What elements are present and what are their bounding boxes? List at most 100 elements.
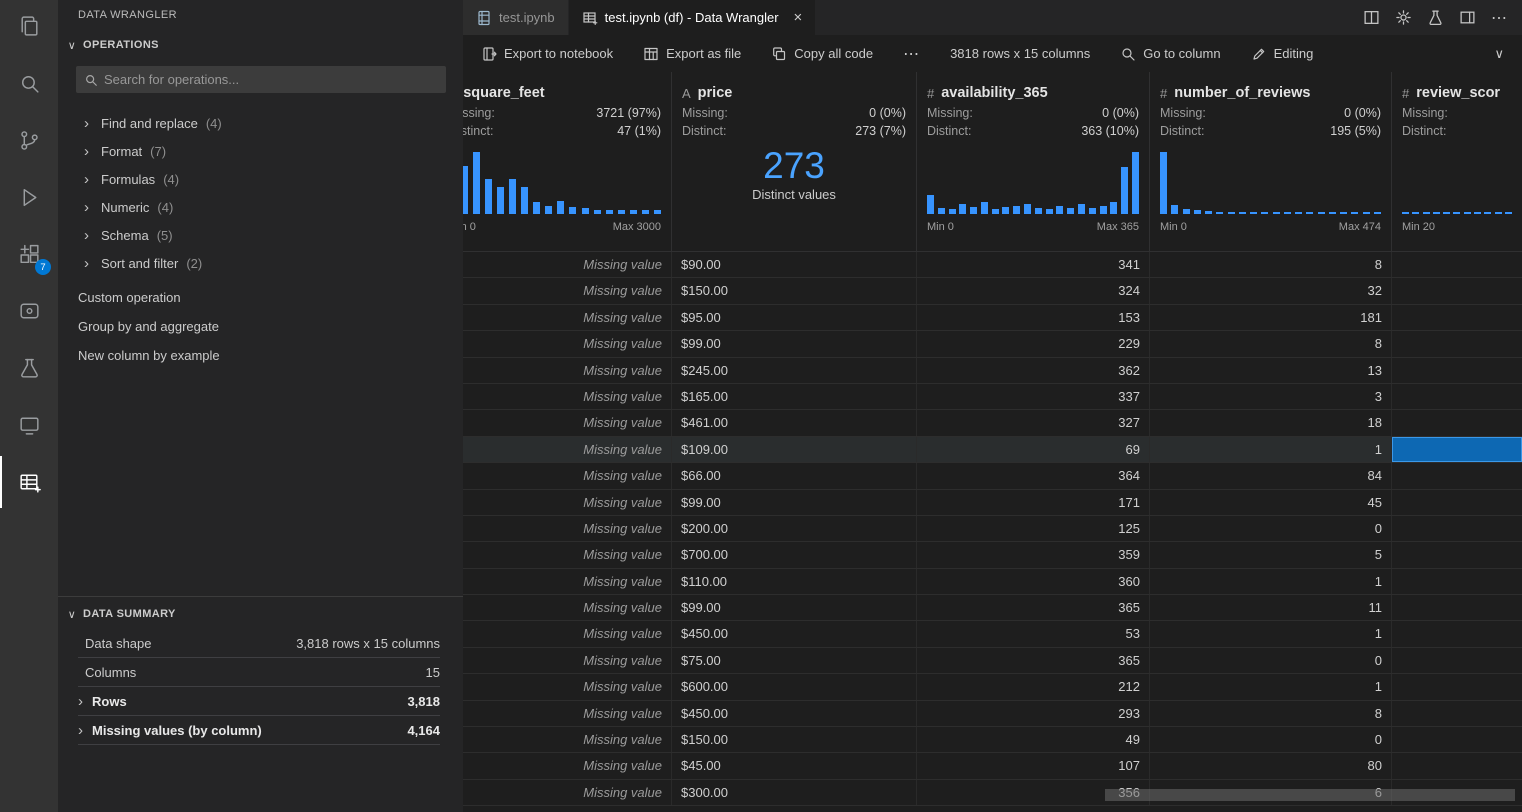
cell-number_of_reviews[interactable]: 5: [1150, 542, 1392, 567]
operations-search-input[interactable]: [104, 72, 438, 87]
cell-review_scores[interactable]: [1392, 621, 1522, 646]
cell-number_of_reviews[interactable]: 3: [1150, 384, 1392, 409]
cell-review_scores[interactable]: [1392, 252, 1522, 277]
cell-review_scores[interactable]: [1392, 648, 1522, 673]
activity-item-extensions[interactable]: 7: [0, 228, 58, 280]
copy-all-code-button[interactable]: Copy all code: [771, 46, 873, 62]
cell-review_scores[interactable]: [1392, 674, 1522, 699]
cell-square_feet[interactable]: Missing value: [463, 463, 672, 488]
cell-price[interactable]: $200.00: [672, 516, 917, 541]
cell-square_feet[interactable]: Missing value: [463, 621, 672, 646]
close-icon[interactable]: ×: [794, 9, 803, 26]
cell-availability_365[interactable]: 365: [917, 595, 1150, 620]
more-actions-icon[interactable]: ⋯: [1491, 8, 1508, 28]
operation-group-find-and-replace[interactable]: ›Find and replace(4): [58, 109, 463, 137]
cell-availability_365[interactable]: 362: [917, 358, 1150, 383]
cell-square_feet[interactable]: Missing value: [463, 753, 672, 778]
cell-review_scores[interactable]: [1392, 384, 1522, 409]
data-summary-header[interactable]: ∨ DATA SUMMARY: [58, 603, 463, 625]
cell-availability_365[interactable]: 293: [917, 701, 1150, 726]
cell-availability_365[interactable]: 229: [917, 331, 1150, 356]
chevron-down-icon[interactable]: ∨: [1494, 46, 1504, 62]
cell-number_of_reviews[interactable]: 13: [1150, 358, 1392, 383]
cell-number_of_reviews[interactable]: 84: [1150, 463, 1392, 488]
operations-search-box[interactable]: [76, 66, 446, 93]
cell-price[interactable]: $99.00: [672, 490, 917, 515]
cell-number_of_reviews[interactable]: 18: [1150, 410, 1392, 435]
cell-review_scores[interactable]: [1392, 542, 1522, 567]
go-to-column-button[interactable]: Go to column: [1120, 46, 1220, 62]
cell-review_scores[interactable]: [1392, 595, 1522, 620]
operation-group-numeric[interactable]: ›Numeric(4): [58, 193, 463, 221]
activity-item-remote-explorer[interactable]: [0, 285, 58, 337]
toolbar-more-icon[interactable]: ⋯: [903, 44, 920, 64]
cell-price[interactable]: $300.00: [672, 780, 917, 805]
export-as-file-button[interactable]: Export as file: [643, 46, 741, 62]
cell-number_of_reviews[interactable]: 45: [1150, 490, 1392, 515]
gear-icon[interactable]: [1395, 9, 1412, 26]
cell-availability_365[interactable]: 359: [917, 542, 1150, 567]
column-header-price[interactable]: ApriceMissing:0 (0%)Distinct:273 (7%)273…: [672, 72, 917, 251]
column-header-number_of_reviews[interactable]: #number_of_reviewsMissing:0 (0%)Distinct…: [1150, 72, 1392, 251]
cell-number_of_reviews[interactable]: 8: [1150, 331, 1392, 356]
operation-group-sort-and-filter[interactable]: ›Sort and filter(2): [58, 249, 463, 277]
cell-review_scores[interactable]: [1392, 305, 1522, 330]
cell-review_scores[interactable]: [1392, 437, 1522, 462]
cell-number_of_reviews[interactable]: 1: [1150, 437, 1392, 462]
split-editor-icon[interactable]: [1363, 9, 1380, 26]
cell-number_of_reviews[interactable]: 0: [1150, 648, 1392, 673]
cell-price[interactable]: $45.00: [672, 753, 917, 778]
cell-price[interactable]: $75.00: [672, 648, 917, 673]
cell-price[interactable]: $66.00: [672, 463, 917, 488]
cell-review_scores[interactable]: [1392, 701, 1522, 726]
activity-item-search[interactable]: [0, 57, 58, 109]
cell-availability_365[interactable]: 212: [917, 674, 1150, 699]
cell-square_feet[interactable]: Missing value: [463, 305, 672, 330]
cell-price[interactable]: $99.00: [672, 331, 917, 356]
cell-number_of_reviews[interactable]: 80: [1150, 753, 1392, 778]
cell-availability_365[interactable]: 327: [917, 410, 1150, 435]
activity-item-testing[interactable]: [0, 342, 58, 394]
operation-group-by-and-aggregate[interactable]: Group by and aggregate: [58, 312, 463, 341]
cell-number_of_reviews[interactable]: 0: [1150, 516, 1392, 541]
editing-mode-button[interactable]: Editing: [1251, 46, 1314, 62]
operation-group-formulas[interactable]: ›Formulas(4): [58, 165, 463, 193]
cell-square_feet[interactable]: Missing value: [463, 595, 672, 620]
activity-item-source-control[interactable]: [0, 114, 58, 166]
cell-square_feet[interactable]: Missing value: [463, 674, 672, 699]
column-header-availability_365[interactable]: #availability_365Missing:0 (0%)Distinct:…: [917, 72, 1150, 251]
cell-price[interactable]: $245.00: [672, 358, 917, 383]
cell-square_feet[interactable]: Missing value: [463, 648, 672, 673]
operation-group-schema[interactable]: ›Schema(5): [58, 221, 463, 249]
activity-item-run-debug[interactable]: [0, 171, 58, 223]
cell-review_scores[interactable]: [1392, 727, 1522, 752]
cell-availability_365[interactable]: 364: [917, 463, 1150, 488]
cell-price[interactable]: $450.00: [672, 621, 917, 646]
cell-number_of_reviews[interactable]: 1: [1150, 674, 1392, 699]
cell-review_scores[interactable]: [1392, 753, 1522, 778]
export-to-notebook-button[interactable]: Export to notebook: [481, 46, 613, 62]
cell-review_scores[interactable]: [1392, 278, 1522, 303]
beaker-icon[interactable]: [1427, 9, 1444, 26]
cell-number_of_reviews[interactable]: 0: [1150, 727, 1392, 752]
cell-review_scores[interactable]: [1392, 569, 1522, 594]
cell-number_of_reviews[interactable]: 181: [1150, 305, 1392, 330]
tab-test-ipynb[interactable]: test.ipynb: [463, 0, 569, 35]
cell-square_feet[interactable]: Missing value: [463, 490, 672, 515]
cell-availability_365[interactable]: 49: [917, 727, 1150, 752]
cell-square_feet[interactable]: Missing value: [463, 780, 672, 805]
activity-item-live-preview[interactable]: [0, 399, 58, 451]
cell-price[interactable]: $700.00: [672, 542, 917, 567]
cell-availability_365[interactable]: 341: [917, 252, 1150, 277]
cell-price[interactable]: $461.00: [672, 410, 917, 435]
cell-price[interactable]: $95.00: [672, 305, 917, 330]
activity-item-explorer[interactable]: [0, 0, 58, 52]
operations-section-header[interactable]: ∨ OPERATIONS: [58, 34, 463, 56]
cell-availability_365[interactable]: 125: [917, 516, 1150, 541]
cell-square_feet[interactable]: Missing value: [463, 252, 672, 277]
cell-number_of_reviews[interactable]: 1: [1150, 621, 1392, 646]
cell-availability_365[interactable]: 337: [917, 384, 1150, 409]
activity-item-data-wrangler[interactable]: [0, 456, 58, 508]
cell-availability_365[interactable]: 107: [917, 753, 1150, 778]
cell-price[interactable]: $110.00: [672, 569, 917, 594]
